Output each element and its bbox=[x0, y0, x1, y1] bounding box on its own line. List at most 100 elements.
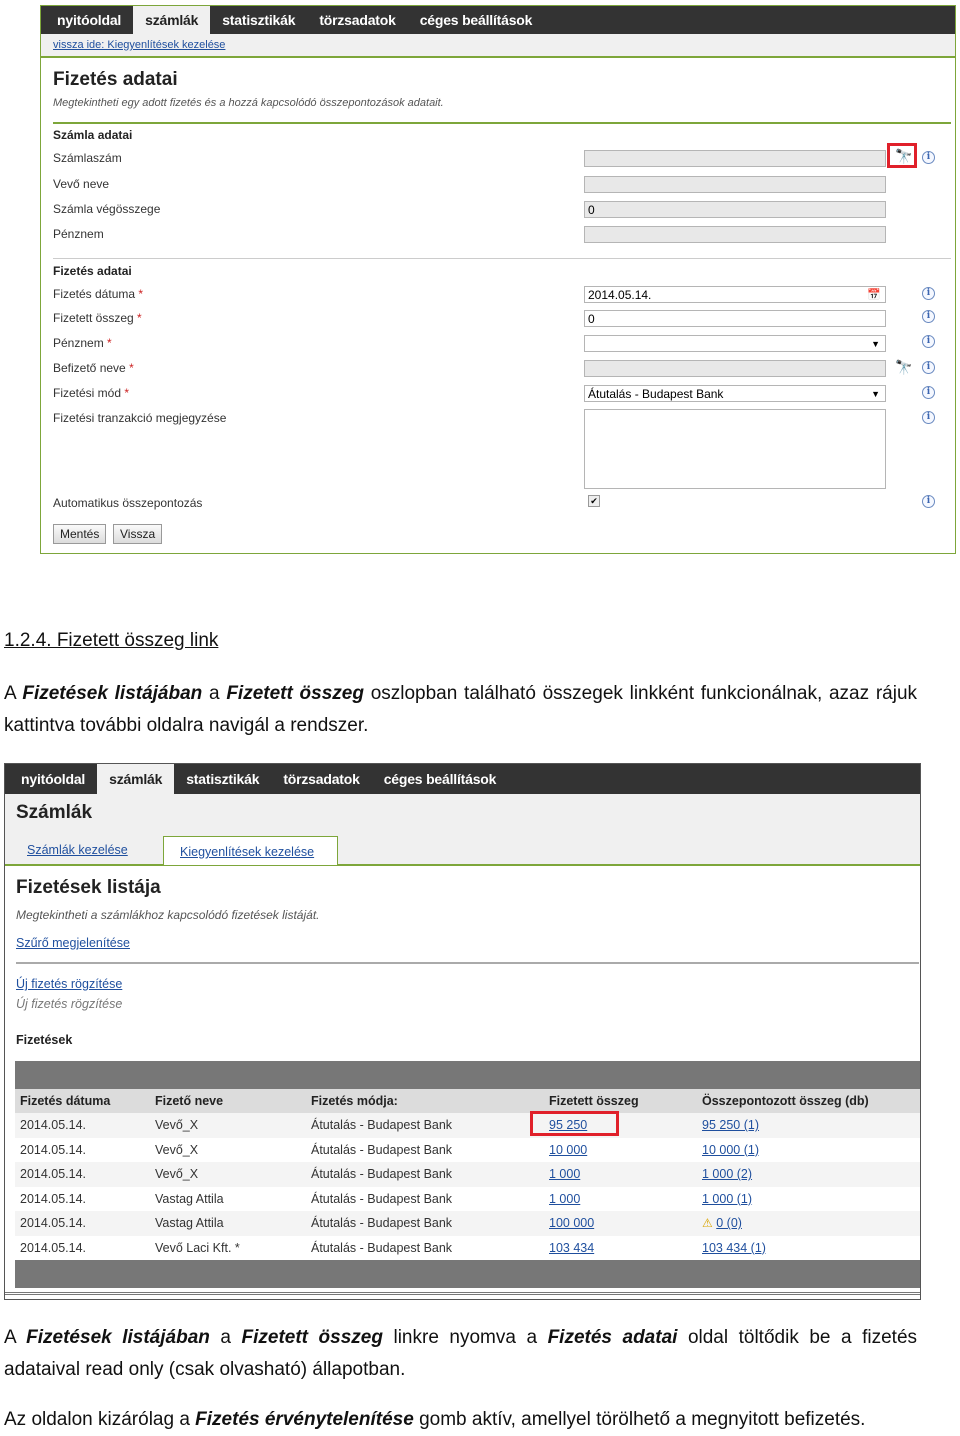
col-matched-amount[interactable]: Összepontozott összeg (db) bbox=[697, 1089, 920, 1113]
paragraph: A Fizetések listájában a Fizetett összeg… bbox=[4, 1327, 918, 1380]
nav-statistics[interactable]: statisztikák bbox=[174, 764, 271, 794]
cell-payer: Vevő_X bbox=[150, 1162, 306, 1187]
payment-method-select[interactable]: Átutalás - Budapest Bank ▼ bbox=[584, 385, 886, 402]
invoice-currency-label: Pénznem bbox=[53, 227, 104, 241]
main-nav: nyitóoldal számlák statisztikák törzsada… bbox=[41, 6, 955, 34]
payer-name-field[interactable] bbox=[584, 360, 886, 377]
table-row: 2014.05.14. Vevő_X Átutalás - Budapest B… bbox=[15, 1137, 920, 1162]
table-row: 2014.05.14. Vevő_X Átutalás - Budapest B… bbox=[15, 1162, 920, 1187]
invoice-number-label: Számlaszám bbox=[53, 151, 122, 165]
invoice-currency-field[interactable] bbox=[584, 226, 886, 243]
filter-link[interactable]: Szűrő megjelenítése bbox=[16, 936, 130, 950]
divider bbox=[5, 864, 920, 866]
info-icon[interactable]: i bbox=[922, 361, 935, 374]
paid-amount-link[interactable]: 100 000 bbox=[549, 1216, 594, 1230]
cell-date: 2014.05.14. bbox=[15, 1137, 150, 1162]
payment-currency-select[interactable]: ▼ bbox=[584, 335, 886, 352]
chevron-down-icon: ▼ bbox=[871, 339, 880, 349]
paid-amount-link[interactable]: 1 000 bbox=[549, 1192, 580, 1206]
save-button[interactable]: Mentés bbox=[53, 524, 107, 544]
new-payment-link[interactable]: Új fizetés rögzítése bbox=[16, 977, 122, 991]
auto-matching-checkbox[interactable]: ✔ bbox=[588, 495, 600, 507]
cell-payer: Vastag Attila bbox=[150, 1211, 306, 1236]
auto-matching-label: Automatikus összepontozás bbox=[53, 496, 203, 510]
back-button[interactable]: Vissza bbox=[113, 524, 163, 544]
transaction-note-label: Fizetési tranzakció megjegyzése bbox=[53, 411, 227, 425]
nav-home[interactable]: nyitóoldal bbox=[45, 6, 133, 34]
new-payment-text: Új fizetés rögzítése bbox=[16, 997, 123, 1011]
nav-company-settings[interactable]: céges beállítások bbox=[408, 6, 545, 34]
main-nav: nyitóoldal számlák statisztikák törzsada… bbox=[5, 764, 920, 794]
warning-icon: ⚠ bbox=[702, 1216, 713, 1231]
col-payment-method[interactable]: Fizetés módja: bbox=[306, 1089, 544, 1113]
nav-master-data[interactable]: törzsadatok bbox=[307, 6, 407, 34]
customer-name-field[interactable] bbox=[584, 176, 886, 193]
paid-amount-field[interactable]: 0 bbox=[584, 310, 886, 327]
matched-amount-link[interactable]: 10 000 (1) bbox=[702, 1143, 759, 1157]
matched-amount-link[interactable]: 95 250 (1) bbox=[702, 1118, 759, 1132]
paid-amount-link[interactable]: 1 000 bbox=[549, 1167, 580, 1181]
paragraph: Az oldalon kizárólag a Fizetés érvénytel… bbox=[4, 1409, 866, 1430]
nav-statistics[interactable]: statisztikák bbox=[210, 6, 307, 34]
table-toolbar bbox=[15, 1061, 920, 1089]
cell-method: Átutalás - Budapest Bank bbox=[306, 1137, 544, 1162]
matched-amount-link[interactable]: 103 434 (1) bbox=[702, 1241, 766, 1255]
table-footer bbox=[15, 1260, 920, 1288]
payment-currency-label: Pénznem * bbox=[53, 336, 112, 350]
screenshot-payment-details: nyitóoldal számlák statisztikák törzsada… bbox=[40, 5, 956, 554]
nav-invoices[interactable]: számlák bbox=[97, 764, 175, 794]
divider bbox=[53, 258, 951, 259]
section-payment-data: Fizetés adatai bbox=[53, 264, 132, 278]
paid-amount-link[interactable]: 103 434 bbox=[549, 1241, 594, 1255]
matched-amount-link[interactable]: 1 000 (2) bbox=[702, 1167, 752, 1181]
nav-master-data[interactable]: törzsadatok bbox=[271, 764, 371, 794]
col-payment-date[interactable]: Fizetés dátuma bbox=[15, 1089, 150, 1113]
nav-home[interactable]: nyitóoldal bbox=[9, 764, 97, 794]
info-icon[interactable]: i bbox=[922, 411, 935, 424]
nav-company-settings[interactable]: céges beállítások bbox=[372, 764, 509, 794]
table-row: 2014.05.14. Vevő_X Átutalás - Budapest B… bbox=[15, 1113, 920, 1138]
invoice-number-field[interactable] bbox=[584, 150, 886, 167]
invoice-total-field[interactable]: 0 bbox=[584, 201, 886, 218]
binoculars-icon[interactable]: 🔭 bbox=[895, 149, 912, 163]
section-heading: 1.2.4. Fizetett összeg link bbox=[4, 630, 219, 651]
calendar-icon[interactable]: 📅 bbox=[867, 288, 881, 301]
cell-payer: Vevő_X bbox=[150, 1137, 306, 1162]
payments-table: Fizetés dátuma Fizető neve Fizetés módja… bbox=[15, 1089, 920, 1260]
col-payer-name[interactable]: Fizető neve bbox=[150, 1089, 306, 1113]
matched-amount-link[interactable]: 1 000 (1) bbox=[702, 1192, 752, 1206]
page-subtitle: Megtekintheti egy adott fizetés és a hoz… bbox=[53, 97, 444, 109]
info-icon[interactable]: i bbox=[922, 151, 935, 164]
info-icon[interactable]: i bbox=[922, 495, 935, 508]
matched-amount-link[interactable]: 0 (0) bbox=[716, 1216, 742, 1230]
binoculars-icon[interactable]: 🔭 bbox=[895, 360, 912, 374]
cell-date: 2014.05.14. bbox=[15, 1211, 150, 1236]
table-row: 2014.05.14. Vevő Laci Kft. * Átutalás - … bbox=[15, 1235, 920, 1260]
info-icon[interactable]: i bbox=[922, 335, 935, 348]
tab-invoice-management[interactable]: Számlák kezelése bbox=[27, 843, 128, 857]
payer-name-label: Befizető neve * bbox=[53, 361, 134, 375]
paid-amount-link[interactable]: 10 000 bbox=[549, 1143, 587, 1157]
transaction-note-textarea[interactable] bbox=[584, 409, 886, 489]
divider bbox=[16, 962, 919, 964]
payment-date-field[interactable]: 2014.05.14. bbox=[584, 286, 886, 303]
info-icon[interactable]: i bbox=[922, 386, 935, 399]
paragraph: A Fizetések listájában a Fizetett összeg… bbox=[4, 683, 918, 736]
cell-method: Átutalás - Budapest Bank bbox=[306, 1211, 544, 1236]
cell-date: 2014.05.14. bbox=[15, 1186, 150, 1211]
list-subtitle: Megtekintheti a számlákhoz kapcsolódó fi… bbox=[16, 908, 320, 922]
table-row: 2014.05.14. Vastag Attila Átutalás - Bud… bbox=[15, 1211, 920, 1236]
info-icon[interactable]: i bbox=[922, 310, 935, 323]
table-row: 2014.05.14. Vastag Attila Átutalás - Bud… bbox=[15, 1186, 920, 1211]
back-link[interactable]: vissza ide: Kiegyenlítések kezelése bbox=[53, 39, 225, 51]
page-title: Fizetés adatai bbox=[53, 69, 178, 90]
col-paid-amount[interactable]: Fizetett összeg bbox=[544, 1089, 697, 1113]
cell-method: Átutalás - Budapest Bank bbox=[306, 1235, 544, 1260]
chevron-down-icon: ▼ bbox=[871, 389, 880, 399]
info-icon[interactable]: i bbox=[922, 287, 935, 300]
payment-method-label: Fizetési mód * bbox=[53, 386, 130, 400]
highlight-box bbox=[530, 1111, 619, 1136]
tab-settlement-management[interactable]: Kiegyenlítések kezelése bbox=[163, 836, 338, 865]
nav-invoices[interactable]: számlák bbox=[133, 6, 211, 34]
screenshot-payments-list: nyitóoldal számlák statisztikák törzsada… bbox=[4, 763, 921, 1300]
